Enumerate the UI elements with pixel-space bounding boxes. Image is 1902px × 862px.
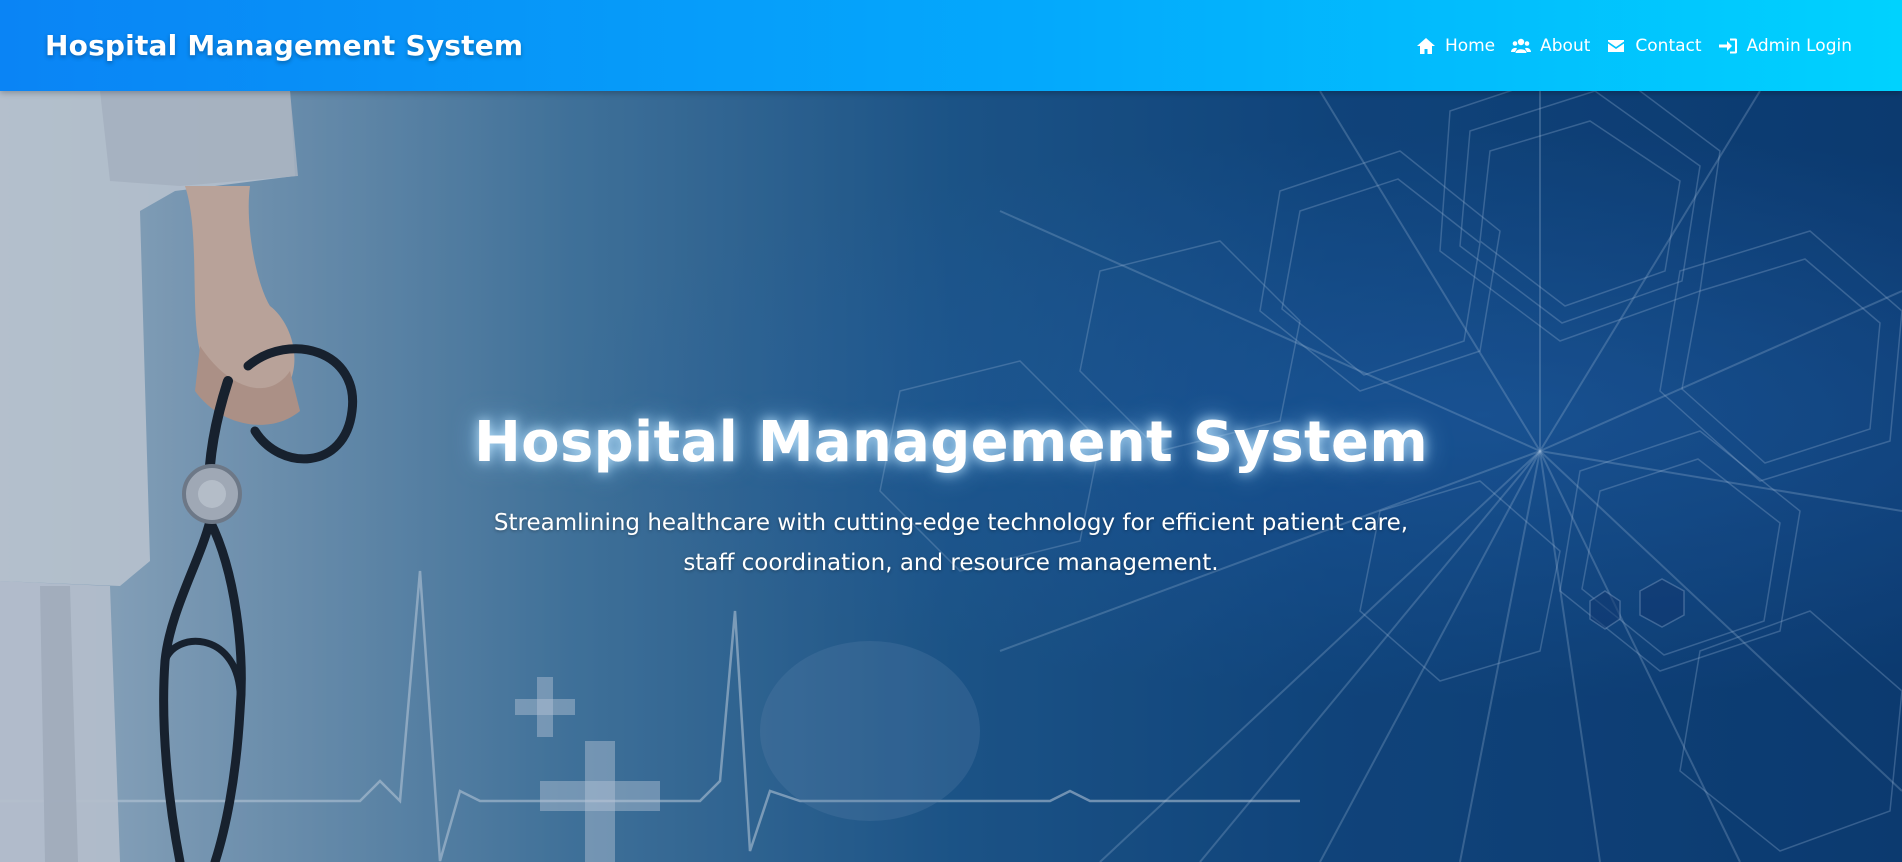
nav-link-about[interactable]: About bbox=[1511, 36, 1590, 56]
hero-section: Hospital Management System Streamlining … bbox=[0, 91, 1902, 862]
brand-title[interactable]: Hospital Management System bbox=[45, 29, 523, 62]
nav-links: Home About Contact Admin Login bbox=[1416, 36, 1852, 56]
nav-link-admin-login[interactable]: Admin Login bbox=[1718, 36, 1852, 56]
nav-link-label: About bbox=[1540, 35, 1591, 56]
nav-link-contact[interactable]: Contact bbox=[1606, 35, 1702, 56]
top-navbar: Hospital Management System Home About Co… bbox=[0, 0, 1902, 91]
nav-link-label: Home bbox=[1444, 35, 1496, 56]
home-icon bbox=[1416, 37, 1436, 55]
users-icon bbox=[1511, 37, 1532, 55]
hero-subtitle: Streamlining healthcare with cutting-edg… bbox=[493, 510, 1409, 576]
nav-link-label: Admin Login bbox=[1746, 35, 1852, 56]
nav-link-home[interactable]: Home bbox=[1416, 36, 1495, 56]
sign-in-icon bbox=[1718, 37, 1738, 55]
nav-link-label: Contact bbox=[1635, 35, 1702, 56]
hero-title: Hospital Management System bbox=[474, 410, 1428, 475]
envelope-icon bbox=[1606, 37, 1626, 55]
hero-content: Hospital Management System Streamlining … bbox=[0, 91, 1902, 862]
